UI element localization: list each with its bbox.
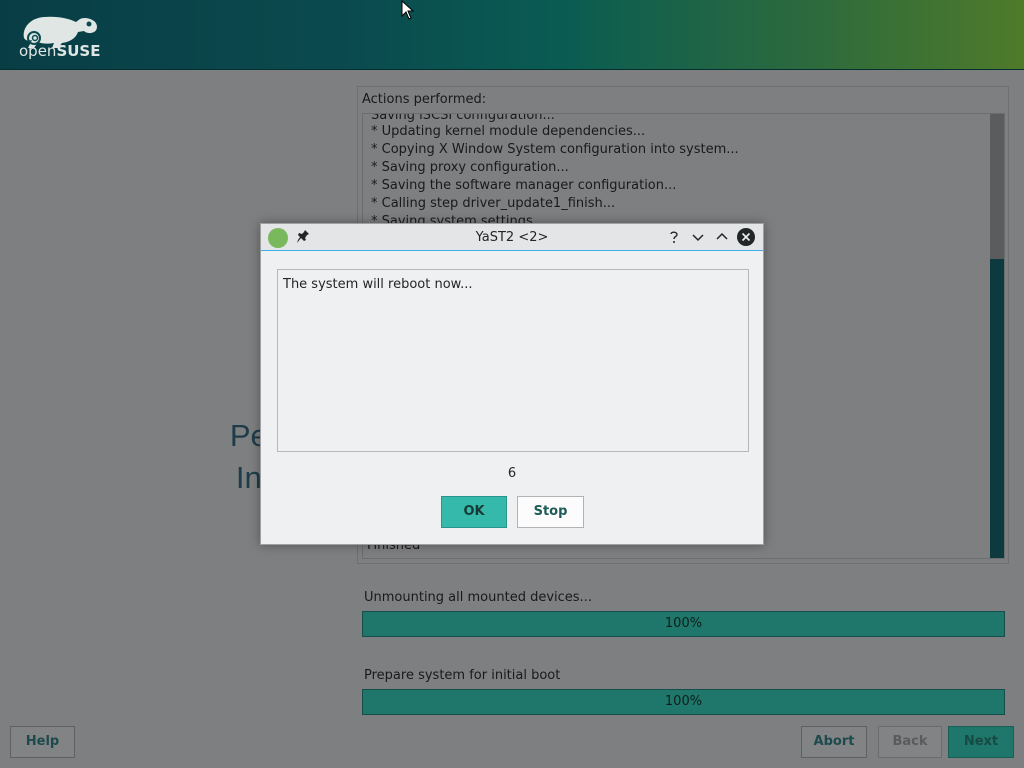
progress-text: 100% (664, 694, 703, 709)
progress-label-initial-boot: Prepare system for initial boot (364, 668, 561, 683)
progress-label-unmount: Unmounting all mounted devices... (364, 590, 592, 605)
actions-label: Actions performed: (362, 92, 487, 107)
log-scrollbar[interactable] (990, 114, 1004, 558)
mouse-cursor-icon (401, 0, 415, 20)
help-button[interactable]: Help (10, 726, 75, 758)
stop-button[interactable]: Stop (517, 496, 584, 528)
logo-text-light: open (19, 42, 57, 60)
next-button[interactable]: Next (948, 726, 1014, 758)
log-line: Saving iSCSI configuration... (371, 113, 555, 123)
abort-button[interactable]: Abort (801, 726, 867, 758)
countdown-value: 6 (507, 466, 517, 481)
back-button[interactable]: Back (878, 726, 942, 758)
message-box: The system will reboot now... (277, 269, 749, 452)
dialog-titlebar[interactable]: YaST2 <2> (261, 224, 763, 251)
log-line: * Calling step driver_update1_finish... (371, 196, 616, 211)
log-line: * Saving proxy configuration... (371, 160, 569, 175)
maximize-icon[interactable] (713, 228, 731, 246)
reboot-dialog: YaST2 <2> The system will reboot now... … (260, 223, 764, 545)
minimize-icon[interactable] (689, 228, 707, 246)
logo-wordmark: openSUSE (19, 42, 100, 60)
close-icon[interactable] (737, 228, 755, 246)
progress-bar-initial-boot: 100% (362, 689, 1005, 715)
ok-button[interactable]: OK (441, 496, 507, 528)
message-text: The system will reboot now... (283, 277, 473, 292)
log-scrollbar-thumb[interactable] (990, 259, 1004, 558)
log-line: * Updating kernel module dependencies... (371, 124, 646, 139)
progress-text: 100% (664, 616, 703, 631)
progress-bar-unmount: 100% (362, 611, 1005, 637)
dialog-title: YaST2 <2> (475, 230, 549, 245)
log-line: * Saving the software manager configurat… (371, 178, 677, 193)
log-line: * Copying X Window System configuration … (371, 142, 739, 157)
logo-text-bold: SUSE (56, 42, 101, 60)
help-icon[interactable] (665, 228, 683, 246)
header-banner: openSUSE (0, 0, 1024, 70)
